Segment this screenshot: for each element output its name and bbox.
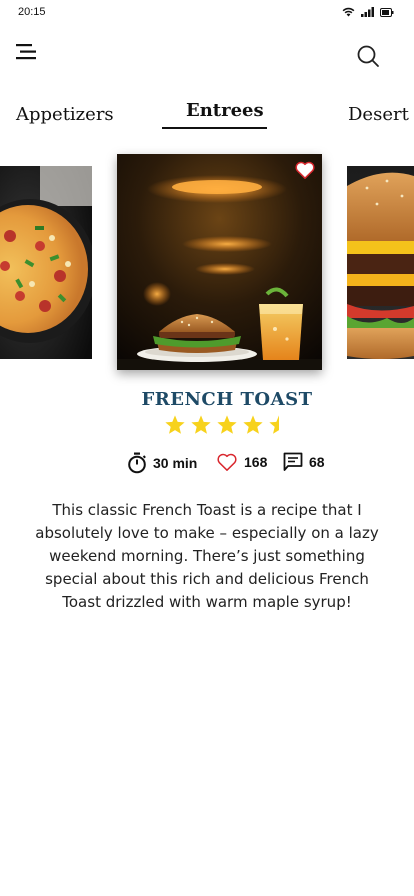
battery-icon (380, 7, 394, 17)
status-icons (342, 7, 394, 17)
likes-count: 168 (244, 454, 268, 470)
carousel-card-previous[interactable] (0, 166, 92, 359)
pizza-photo (0, 166, 92, 359)
search-icon (357, 45, 379, 67)
signal-icon (361, 7, 374, 17)
category-tabs: Appetizers Entrees Desert (0, 96, 414, 136)
star-icon (217, 415, 237, 434)
half-star-icon (269, 415, 279, 434)
menu-button[interactable] (12, 40, 40, 64)
star-icon (243, 415, 263, 434)
tab-desert[interactable]: Desert (348, 104, 409, 125)
comments[interactable]: 68 (283, 452, 325, 472)
burger-and-drink-photo (117, 154, 322, 370)
status-time: 20:15 (18, 6, 46, 18)
comment-icon (283, 452, 303, 471)
favorite-button[interactable] (294, 160, 316, 180)
search-button[interactable] (356, 44, 380, 68)
status-bar: 20:15 (0, 0, 414, 26)
comments-count: 68 (309, 454, 325, 470)
heart-icon (295, 161, 315, 179)
rating-stars (164, 414, 290, 436)
recipe-description: This classic French Toast is a recipe th… (35, 501, 379, 611)
cook-time-value: 30 min (153, 455, 198, 471)
recipe-title: FRENCH TOAST (141, 389, 313, 410)
cook-time: 30 min (127, 452, 197, 474)
likes[interactable]: 168 (216, 452, 267, 472)
tab-entrees[interactable]: Entrees (186, 100, 264, 121)
heart-outline-icon (217, 453, 237, 471)
star-icon (191, 415, 211, 434)
carousel-card-next[interactable] (347, 166, 414, 359)
carousel-card-current[interactable] (117, 154, 322, 370)
stopwatch-icon (128, 452, 146, 474)
wifi-icon (342, 7, 355, 17)
cheeseburger-photo (347, 166, 414, 359)
tab-appetizers[interactable]: Appetizers (16, 104, 114, 125)
recipe-meta: 30 min 168 68 (0, 452, 414, 476)
star-icon (165, 415, 185, 434)
active-tab-indicator (162, 127, 267, 129)
hamburger-menu-icon (16, 44, 36, 60)
